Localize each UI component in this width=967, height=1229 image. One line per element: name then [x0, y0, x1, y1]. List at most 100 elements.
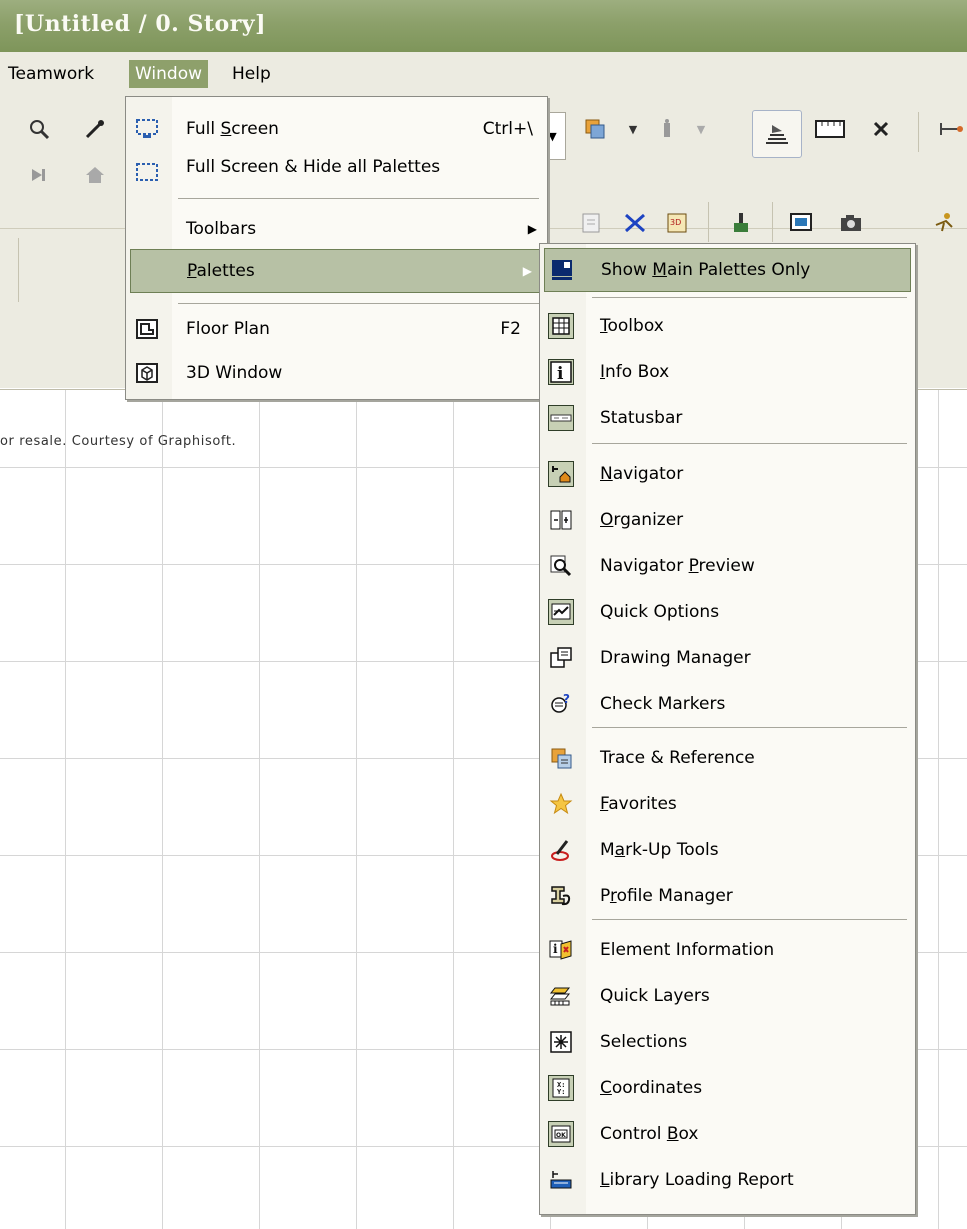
organizer-icon — [548, 507, 574, 533]
menu-label: Organizer — [600, 498, 683, 542]
label-mnemonic: N — [600, 464, 613, 484]
eyedropper-icon[interactable] — [80, 114, 110, 144]
menu-item-navigator-preview[interactable]: Navigator Preview — [540, 544, 915, 588]
menu-label: Show Main Palettes Only — [601, 248, 810, 292]
star-icon — [548, 791, 574, 817]
statusbar-icon — [548, 405, 574, 431]
monitor-icon[interactable] — [786, 208, 816, 238]
menu-label: Floor Plan — [186, 307, 270, 351]
menu-item-info-box[interactable]: i Info Box — [540, 350, 915, 394]
dimension-icon[interactable] — [936, 114, 966, 144]
menu-item-quick-options[interactable]: Quick Options — [540, 590, 915, 634]
menu-separator — [592, 443, 907, 444]
3d-document-icon[interactable]: 3D — [662, 208, 692, 238]
label-mnemonic: T — [600, 316, 608, 336]
arrow-right-icon[interactable] — [24, 160, 54, 190]
palettes-submenu: Show Main Palettes Only Toolbox i Info B… — [539, 243, 916, 1215]
window-title: [Untitled / 0. Story] — [14, 11, 266, 37]
navigator-preview-icon — [548, 553, 574, 579]
menu-window[interactable]: Window — [129, 60, 209, 88]
menu-item-toolbox[interactable]: Toolbox — [540, 304, 915, 348]
menu-separator — [178, 198, 539, 199]
walker-icon[interactable] — [930, 208, 960, 238]
menu-item-navigator[interactable]: Navigator — [540, 452, 915, 496]
menu-item-toolbars[interactable]: Toolbars ▶ — [126, 207, 547, 251]
menu-label: Profile Manager — [600, 874, 733, 918]
layer-icon[interactable] — [580, 114, 610, 144]
label-part: Full — [186, 119, 221, 139]
svg-text:?: ? — [563, 693, 570, 706]
menu-item-library-loading-report[interactable]: Library Loading Report — [540, 1158, 915, 1202]
menu-label: Navigator — [600, 452, 683, 496]
menu-item-control-box[interactable]: OK Control Box — [540, 1112, 915, 1156]
toolbox-icon — [548, 313, 574, 339]
label-part: review — [698, 556, 755, 576]
coordinates-icon: X: Y: — [548, 1075, 574, 1101]
menu-item-coordinates[interactable]: X: Y: Coordinates — [540, 1066, 915, 1110]
3d-window-icon — [134, 360, 160, 386]
document-icon[interactable] — [576, 208, 606, 238]
menu-separator — [592, 727, 907, 728]
menu-item-markup-tools[interactable]: Mark-Up Tools — [540, 828, 915, 872]
menu-item-profile-manager[interactable]: Profile Manager — [540, 874, 915, 918]
menu-item-show-main-palettes[interactable]: Show Main Palettes Only — [544, 248, 911, 292]
paintbrush-icon[interactable] — [726, 208, 756, 238]
menu-item-drawing-manager[interactable]: Drawing Manager — [540, 636, 915, 680]
close-x-icon[interactable] — [866, 114, 896, 144]
menu-item-element-information[interactable]: i Element Information — [540, 928, 915, 972]
menu-item-floor-plan[interactable]: Floor Plan F2 — [126, 307, 547, 351]
menu-label: Element Information — [600, 928, 774, 972]
svg-text:3D: 3D — [670, 218, 681, 227]
label-mnemonic: P — [688, 556, 699, 576]
menu-item-full-screen-hide-palettes[interactable]: Full Screen & Hide all Palettes — [126, 151, 547, 195]
main-palettes-icon — [549, 257, 575, 283]
label-part: Statusbar — [600, 408, 683, 428]
label-mnemonic: P — [187, 261, 197, 281]
window-menu: Full Screen Ctrl+\ Full Screen & Hide al… — [125, 96, 548, 400]
menu-item-3d-window[interactable]: 3D Window — [126, 351, 547, 395]
menu-item-statusbar[interactable]: Statusbar — [540, 396, 915, 440]
menu-item-palettes[interactable]: Palettes ▶ — [130, 249, 543, 293]
label-part: Trace & Reference — [600, 748, 755, 768]
shortcut: F2 — [500, 319, 521, 339]
home-icon[interactable] — [80, 160, 110, 190]
menu-item-trace-reference[interactable]: Trace & Reference — [540, 736, 915, 780]
trace-reference-icon — [548, 745, 574, 771]
section-tool-icon[interactable] — [620, 208, 650, 238]
markup-pen-icon — [548, 837, 574, 863]
label-part: M — [600, 840, 615, 860]
menu-label: Statusbar — [600, 396, 682, 440]
label-part: Full Screen & Hide all Palettes — [186, 157, 441, 177]
label-part: Navigator — [600, 556, 689, 576]
title-bar: [Untitled / 0. Story] — [0, 0, 967, 52]
zoom-icon[interactable] — [24, 114, 54, 144]
menu-label: 3D Window — [186, 351, 282, 395]
label-part: Selections — [600, 1032, 688, 1052]
menu-item-check-markers[interactable]: ? Check Markers — [540, 682, 915, 726]
ruler-icon[interactable] — [812, 114, 848, 144]
hatch-icon[interactable] — [752, 110, 802, 158]
full-screen-hide-icon — [134, 160, 160, 186]
menu-item-favorites[interactable]: Favorites — [540, 782, 915, 826]
dropdown-arrow-icon[interactable]: ▼ — [686, 114, 716, 144]
drawing-manager-icon — [548, 645, 574, 671]
courtesy-text: or resale. Courtesy of Graphisoft. — [0, 434, 237, 449]
navigator-icon — [548, 461, 574, 487]
dropdown-arrow-icon[interactable]: ▼ — [618, 114, 648, 144]
camera-icon[interactable] — [836, 208, 866, 238]
menu-label: Trace & Reference — [600, 736, 755, 780]
menu-bar: Teamwork Window Help — [0, 52, 967, 97]
menu-item-selections[interactable]: Selections — [540, 1020, 915, 1064]
menu-item-quick-layers[interactable]: Quick Layers — [540, 974, 915, 1018]
menu-teamwork[interactable]: Teamwork — [2, 60, 100, 88]
check-markers-icon: ? — [548, 691, 574, 717]
menu-help[interactable]: Help — [226, 60, 277, 88]
toolbar-separator — [18, 238, 19, 302]
figure-icon[interactable] — [652, 114, 682, 144]
toolbar-separator — [708, 202, 709, 242]
element-information-icon: i — [548, 937, 574, 963]
svg-text:OK: OK — [556, 1132, 566, 1139]
label-part: rganizer — [613, 510, 684, 530]
label-mnemonic: a — [614, 840, 626, 860]
menu-item-organizer[interactable]: Organizer — [540, 498, 915, 542]
